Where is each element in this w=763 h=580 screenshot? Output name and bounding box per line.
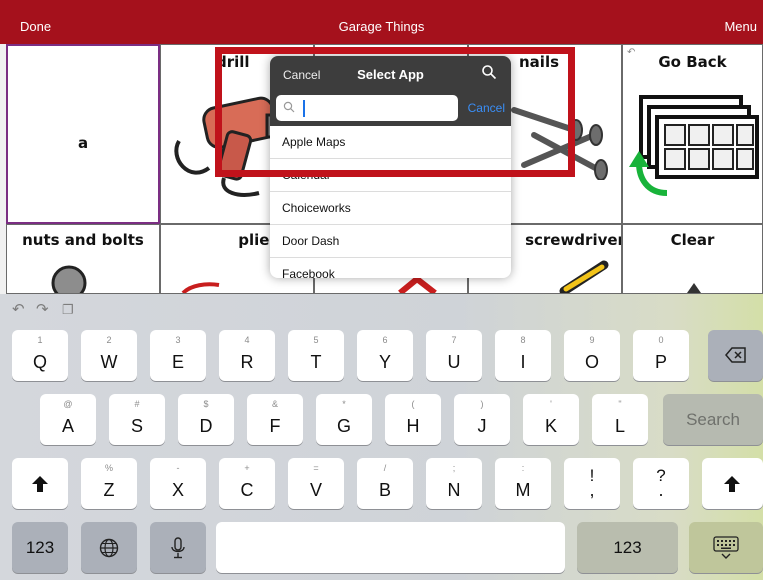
cell-label: a — [77, 134, 89, 152]
key-q[interactable]: 1Q — [12, 330, 68, 381]
key-w[interactable]: 2W — [81, 330, 137, 381]
board-pages-icon — [629, 95, 759, 196]
key-t[interactable]: 5T — [288, 330, 344, 381]
shift-key-left[interactable] — [12, 458, 68, 509]
shift-key-right[interactable] — [702, 458, 763, 509]
pliers-icon — [181, 282, 220, 293]
key-m[interactable]: :M — [495, 458, 551, 509]
globe-key[interactable] — [81, 522, 137, 573]
key-j[interactable]: ) J — [454, 394, 510, 445]
key-s[interactable]: # S — [109, 394, 165, 445]
microphone-icon — [171, 537, 185, 559]
key-y[interactable]: 6Y — [357, 330, 413, 381]
key-c[interactable]: + C — [219, 458, 275, 509]
app-list-item[interactable]: Door Dash — [270, 225, 511, 258]
board-cell-go-back[interactable]: ↶ Go Back — [622, 44, 763, 224]
key-n[interactable]: ; N — [426, 458, 482, 509]
key-k[interactable]: ' K — [523, 394, 579, 445]
cell-label: screwdriver — [525, 231, 622, 249]
globe-icon — [99, 538, 119, 558]
key-a[interactable]: @ A — [40, 394, 96, 445]
numbers-key-left[interactable]: 123 — [12, 522, 68, 573]
cell-label: Clear — [670, 231, 715, 249]
shift-icon — [724, 476, 740, 492]
key-u[interactable]: 7U — [426, 330, 482, 381]
hide-keyboard-key[interactable] — [689, 522, 763, 573]
delete-icon — [725, 347, 746, 363]
key-o[interactable]: 9O — [564, 330, 620, 381]
shift-icon — [32, 476, 48, 492]
paste-icon[interactable]: ❐ — [62, 302, 74, 318]
numbers-key-right[interactable]: 123 — [577, 522, 678, 573]
key-l[interactable]: " L — [592, 394, 648, 445]
key-p[interactable]: 0P — [633, 330, 689, 381]
key-period[interactable]: ?. — [633, 458, 689, 509]
key-h[interactable]: (H — [385, 394, 441, 445]
nuts-bolts-icon — [51, 265, 87, 293]
board-cell-nuts-and-bolts[interactable]: nuts and bolts — [6, 224, 160, 294]
menu-button[interactable]: Menu — [724, 19, 757, 34]
page-title: Garage Things — [338, 19, 425, 34]
search-key[interactable]: Search — [663, 394, 763, 445]
key-x[interactable]: -X — [150, 458, 206, 509]
key-i[interactable]: 8I — [495, 330, 551, 381]
key-g[interactable]: * G — [316, 394, 372, 445]
cell-label: Go Back — [658, 53, 727, 71]
key-r[interactable]: 4R — [219, 330, 275, 381]
screen: Done Garage Things Menu a drill nails ↶ … — [0, 0, 763, 580]
board-cell-clear[interactable]: Clear — [622, 224, 763, 294]
keyboard-shortcut-bar: ↶ ↷ ❐ — [0, 294, 763, 324]
undo-icon[interactable]: ↶ — [12, 300, 25, 318]
key-b[interactable]: / B — [357, 458, 413, 509]
highlight-box — [215, 47, 575, 177]
key-comma[interactable]: !, — [564, 458, 620, 509]
dictation-key[interactable] — [150, 522, 206, 573]
key-v[interactable]: = V — [288, 458, 344, 509]
screwdriver-icon — [559, 260, 609, 293]
board-cell-a[interactable]: a — [6, 44, 160, 224]
keyboard: ↶ ↷ ❐ 1Q 2W 3E 4R 5T 6Y 7U 8I 9O 0P @ A #… — [0, 294, 763, 580]
key-f[interactable]: & F — [247, 394, 303, 445]
redo-icon[interactable]: ↷ — [36, 300, 49, 318]
hide-keyboard-icon — [713, 536, 739, 559]
clear-icon — [687, 283, 701, 293]
delete-key[interactable] — [708, 330, 763, 381]
cell-label: nuts and bolts — [22, 231, 144, 249]
app-list-item[interactable]: Facebook — [270, 258, 511, 278]
key-z[interactable]: % Z — [81, 458, 137, 509]
top-bar: Done Garage Things Menu — [0, 0, 763, 44]
key-d[interactable]: $ D — [178, 394, 234, 445]
app-list-item[interactable]: Choiceworks — [270, 192, 511, 225]
space-bar[interactable] — [216, 522, 565, 573]
key-e[interactable]: 3E — [150, 330, 206, 381]
